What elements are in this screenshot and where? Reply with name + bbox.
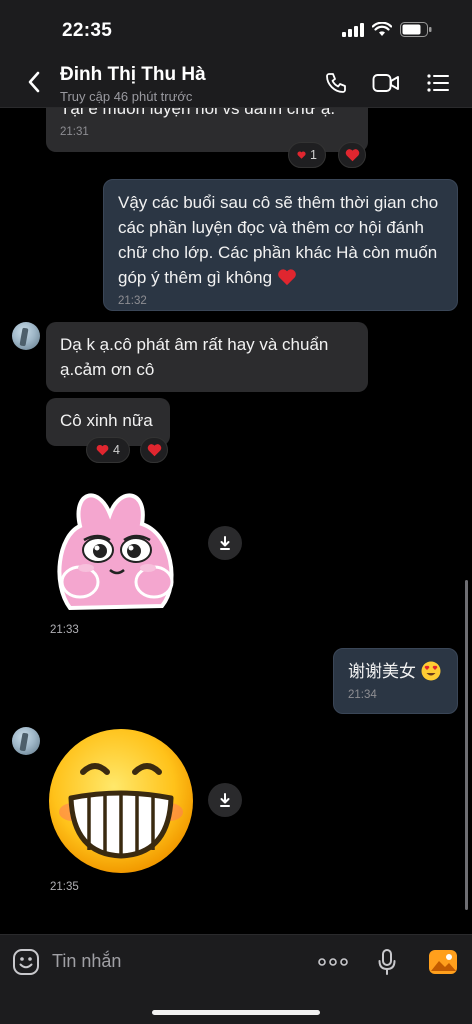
emoji-button[interactable]: [11, 947, 41, 977]
message-text: 谢谢美女: [348, 659, 443, 684]
message-text-body: 谢谢美女: [348, 662, 416, 681]
heart-icon: [96, 444, 109, 456]
message-input[interactable]: Tin nhắn: [52, 951, 121, 972]
react-heart-button[interactable]: [140, 437, 168, 463]
sticker-time: 21:33: [50, 624, 79, 636]
composer-bar: Tin nhắn: [0, 934, 472, 1024]
phone-icon: [326, 73, 346, 93]
message-text: Tại e muốn luyện nói vs đánh chữ ạ.: [60, 108, 336, 118]
reaction-summary[interactable]: 1: [288, 142, 326, 168]
status-time: 22:35: [62, 20, 113, 41]
react-heart-button[interactable]: [338, 142, 366, 168]
emoji-icon: [13, 949, 39, 975]
bunny-sticker[interactable]: [50, 484, 182, 614]
menu-button[interactable]: [424, 69, 452, 97]
call-button[interactable]: [322, 69, 350, 97]
message-text: Cô xinh nữa: [60, 411, 153, 430]
back-button[interactable]: [22, 70, 46, 94]
video-call-button[interactable]: [372, 69, 400, 97]
voice-button[interactable]: [372, 947, 402, 977]
contact-name[interactable]: Đinh Thị Thu Hà: [60, 64, 206, 86]
download-icon: [220, 793, 230, 807]
back-icon: [28, 71, 40, 93]
grin-emoji-sticker[interactable]: [45, 726, 197, 876]
download-button[interactable]: [208, 783, 242, 817]
heart-icon: [147, 444, 161, 457]
message-text: Vậy các buổi sau cô sẽ thêm thời gian ch…: [118, 190, 443, 290]
status-icons: [342, 22, 432, 37]
heart-icon: [345, 149, 359, 162]
sticker-time: 21:35: [50, 881, 79, 893]
wifi-icon: [372, 22, 392, 36]
video-call-icon: [372, 74, 399, 92]
reaction-count: 1: [310, 148, 317, 162]
gallery-button[interactable]: [428, 947, 458, 977]
home-indicator: [152, 1010, 320, 1015]
reaction-count: 4: [113, 443, 120, 457]
avatar[interactable]: [12, 322, 40, 350]
message-time: 21:32: [118, 295, 147, 307]
message-list[interactable]: Tại e muốn luyện nói vs đánh chữ ạ. 21:3…: [0, 108, 472, 934]
message-outgoing[interactable]: Vậy các buổi sau cô sẽ thêm thời gian ch…: [103, 179, 458, 311]
avatar[interactable]: [12, 727, 40, 755]
message-text: Dạ k ạ.cô phát âm rất hay và chuẩn ạ.cảm…: [60, 335, 329, 379]
signal-icon: [342, 22, 364, 37]
status-bar: 22:35: [0, 0, 472, 56]
image-icon: [429, 950, 457, 974]
menu-list-icon: [427, 74, 449, 92]
battery-icon: [400, 22, 432, 37]
message-time: 21:31: [60, 126, 89, 138]
microphone-icon: [378, 949, 396, 975]
message-incoming[interactable]: Dạ k ạ.cô phát âm rất hay và chuẩn ạ.cảm…: [46, 322, 368, 392]
heart-eyes-emoji-icon: [421, 661, 441, 681]
scrollbar[interactable]: [465, 580, 468, 910]
heart-emoji-icon: [277, 269, 296, 286]
message-outgoing[interactable]: 谢谢美女 21:34: [333, 648, 458, 714]
heart-icon: [297, 151, 306, 159]
download-button[interactable]: [208, 526, 242, 560]
more-button[interactable]: [318, 947, 348, 977]
contact-last-seen: Truy cập 46 phút trước: [60, 89, 193, 104]
chat-header: Đinh Thị Thu Hà Truy cập 46 phút trước: [0, 56, 472, 108]
reaction-summary[interactable]: 4: [86, 437, 130, 463]
message-time: 21:34: [348, 689, 377, 701]
download-icon: [220, 536, 230, 550]
more-icon: [318, 958, 348, 966]
